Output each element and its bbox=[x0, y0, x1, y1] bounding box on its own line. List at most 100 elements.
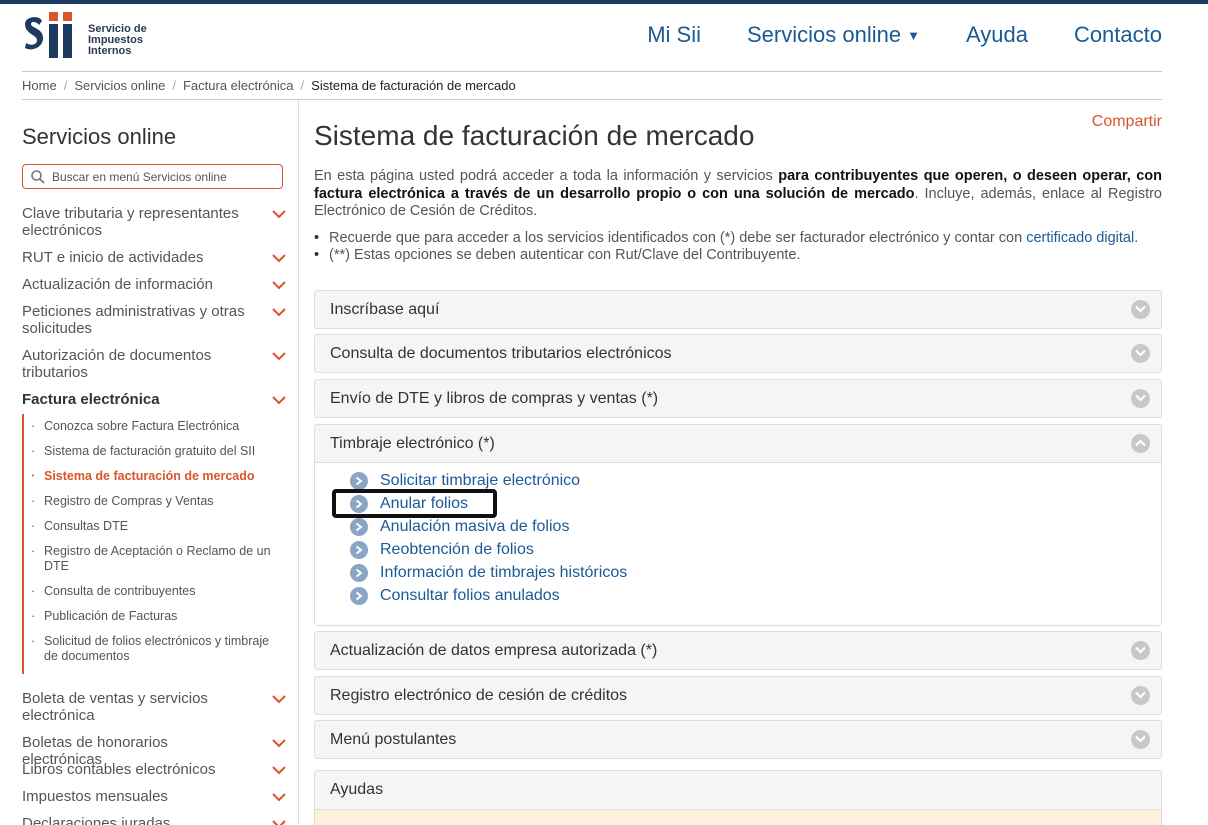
sidebar-item-declaraciones[interactable]: Declaraciones juradas bbox=[22, 815, 292, 825]
ayudas-content bbox=[315, 809, 1161, 825]
sidebar-title: Servicios online bbox=[22, 124, 177, 149]
sidebar-item-label: Factura electrónica bbox=[22, 391, 160, 408]
chevron-down-icon bbox=[272, 308, 286, 317]
sii-logo[interactable]: Servicio de Impuestos Internos bbox=[22, 12, 162, 62]
arrow-right-icon bbox=[350, 541, 368, 559]
nav-contacto-label: Contacto bbox=[1073, 22, 1162, 47]
intro-paragraph: En esta página usted podrá acceder a tod… bbox=[314, 168, 1162, 221]
ayudas-title: Ayudas bbox=[330, 781, 384, 798]
nav-contacto[interactable]: Contacto bbox=[1074, 22, 1162, 48]
breadcrumb-servicios[interactable]: Servicios online bbox=[74, 78, 165, 93]
accordion-title: Timbraje electrónico (*) bbox=[330, 434, 495, 452]
arrow-right-icon bbox=[350, 587, 368, 605]
breadcrumb-separator: / bbox=[300, 78, 305, 93]
sidebar-item-label: Declaraciones juradas bbox=[22, 815, 171, 825]
bullet: · bbox=[31, 544, 36, 558]
bullet: · bbox=[31, 444, 36, 458]
accordion-title: Actualización de datos empresa autorizad… bbox=[330, 641, 658, 659]
accordion-header[interactable]: Actualización de datos empresa autorizad… bbox=[315, 632, 1161, 669]
link-label: Reobtención de folios bbox=[380, 541, 534, 558]
chevron-down-icon bbox=[272, 695, 286, 704]
submenu-rule bbox=[22, 414, 24, 674]
submenu-item[interactable]: · Registro de Aceptación o Reclamo de un … bbox=[31, 544, 286, 574]
sidebar-item-factura[interactable]: Factura electrónica bbox=[22, 391, 292, 408]
submenu-item-label: Conozca sobre Factura Electrónica bbox=[44, 419, 240, 433]
link-label: Consultar folios anulados bbox=[380, 587, 560, 604]
link-reobtencion[interactable]: Reobtención de folios bbox=[350, 541, 534, 559]
chevron-down-icon bbox=[272, 352, 286, 361]
nav-mi-sii[interactable]: Mi Sii bbox=[647, 22, 701, 48]
accordion-header[interactable]: Timbraje electrónico (*) bbox=[315, 425, 1161, 462]
certificado-link[interactable]: certificado digital bbox=[1026, 230, 1134, 246]
submenu-item[interactable]: · Registro de Compras y Ventas bbox=[31, 494, 286, 509]
page-title: Sistema de facturación de mercado bbox=[314, 120, 755, 151]
bullet: · bbox=[31, 634, 36, 648]
arrow-right-icon bbox=[350, 518, 368, 536]
submenu-item[interactable]: · Sistema de facturación gratuito del SII bbox=[31, 444, 286, 459]
chevron-down-icon bbox=[1131, 686, 1150, 705]
bullet: · bbox=[31, 609, 36, 623]
top-bar bbox=[0, 0, 1208, 4]
breadcrumb-separator: / bbox=[172, 78, 176, 93]
bullet: · bbox=[31, 519, 36, 533]
submenu-item-label: Consultas DTE bbox=[44, 519, 129, 533]
link-informacion-historicos[interactable]: Información de timbrajes históricos bbox=[350, 564, 627, 582]
submenu-item-current[interactable]: · Sistema de facturación de mercado bbox=[31, 469, 286, 484]
ayudas-panel: Ayudas bbox=[314, 770, 1162, 825]
ayudas-header[interactable]: Ayudas bbox=[315, 771, 1161, 809]
submenu-item-label: Publicación de Facturas bbox=[44, 609, 178, 623]
chevron-down-icon bbox=[1131, 300, 1150, 319]
sidebar-item-impuestos[interactable]: Impuestos mensuales bbox=[22, 788, 292, 805]
sidebar-item-label: Actualización de información bbox=[22, 276, 213, 293]
bullet: · bbox=[31, 419, 36, 433]
sidebar-item-boleta[interactable]: Boleta de ventas y servicios electrónica bbox=[22, 690, 292, 724]
link-label: Anulación masiva de folios bbox=[380, 518, 570, 535]
link-solicitar-timbraje[interactable]: Solicitar timbraje electrónico bbox=[350, 472, 580, 490]
sii-logo-mark bbox=[25, 12, 72, 58]
caret-down-icon: ▼ bbox=[907, 27, 920, 43]
notes-list: Recuerde que para acceder a los servicio… bbox=[314, 230, 1162, 264]
sidebar-item-peticiones[interactable]: Peticiones administrativas y otras solic… bbox=[22, 303, 292, 337]
chevron-down-icon bbox=[1131, 344, 1150, 363]
link-consultar-anulados[interactable]: Consultar folios anulados bbox=[350, 587, 560, 605]
accordion-title: Inscríbase aquí bbox=[330, 300, 440, 318]
submenu-item[interactable]: · Conozca sobre Factura Electrónica bbox=[31, 419, 286, 434]
accordion-header[interactable]: Consulta de documentos tributarios elect… bbox=[315, 335, 1161, 372]
submenu-item-label: Registro de Aceptación o Reclamo de un D… bbox=[44, 544, 271, 573]
sidebar-item-actualizacion[interactable]: Actualización de información bbox=[22, 276, 292, 293]
breadcrumb-factura[interactable]: Factura electrónica bbox=[183, 78, 294, 93]
breadcrumb-home[interactable]: Home bbox=[22, 78, 57, 93]
accordion-header[interactable]: Envío de DTE y libros de compras y venta… bbox=[315, 380, 1161, 417]
accordion-cesion-creditos: Registro electrónico de cesión de crédit… bbox=[314, 676, 1162, 715]
sidebar-search-input[interactable] bbox=[52, 169, 272, 184]
chevron-down-icon bbox=[1131, 730, 1150, 749]
sidebar-item-autorizacion[interactable]: Autorización de documentos tributarios bbox=[22, 347, 292, 381]
sidebar-search[interactable] bbox=[22, 164, 283, 189]
accordion-consulta-dte: Consulta de documentos tributarios elect… bbox=[314, 334, 1162, 373]
nav-ayuda[interactable]: Ayuda bbox=[966, 22, 1028, 48]
bullet: · bbox=[31, 584, 36, 598]
submenu-item[interactable]: · Solicitud de folios electrónicos y timb… bbox=[31, 634, 286, 664]
sidebar-item-label: Libros contables electrónicos bbox=[22, 761, 216, 778]
sidebar-item-libros[interactable]: Libros contables electrónicos bbox=[22, 761, 292, 778]
nav-servicios-online[interactable]: Servicios online ▼ bbox=[747, 22, 920, 48]
sidebar-item-label: Peticiones administrativas y otras solic… bbox=[22, 303, 245, 337]
arrow-right-icon bbox=[350, 564, 368, 582]
share-link[interactable]: Compartir bbox=[1092, 113, 1162, 131]
divider bbox=[22, 71, 1162, 72]
accordion-menu-postulantes: Menú postulantes bbox=[314, 720, 1162, 759]
accordion-header[interactable]: Menú postulantes bbox=[315, 721, 1161, 758]
accordion-inscribase: Inscríbase aquí bbox=[314, 290, 1162, 329]
sidebar-item-label: Autorización de documentos tributarios bbox=[22, 347, 212, 381]
submenu-item[interactable]: · Publicación de Facturas bbox=[31, 609, 286, 624]
sidebar-item-rut[interactable]: RUT e inicio de actividades bbox=[22, 249, 292, 266]
accordion-title: Envío de DTE y libros de compras y venta… bbox=[330, 389, 659, 407]
submenu-item[interactable]: · Consulta de contribuyentes bbox=[31, 584, 286, 599]
accordion-header[interactable]: Registro electrónico de cesión de crédit… bbox=[315, 677, 1161, 714]
link-anulacion-masiva[interactable]: Anulación masiva de folios bbox=[350, 518, 569, 536]
logo-text: Servicio de Impuestos Internos bbox=[88, 24, 147, 57]
arrow-right-icon bbox=[350, 472, 368, 490]
sidebar-item-clave[interactable]: Clave tributaria y representantes electr… bbox=[22, 205, 292, 239]
accordion-header[interactable]: Inscríbase aquí bbox=[315, 291, 1161, 328]
submenu-item[interactable]: · Consultas DTE bbox=[31, 519, 286, 534]
